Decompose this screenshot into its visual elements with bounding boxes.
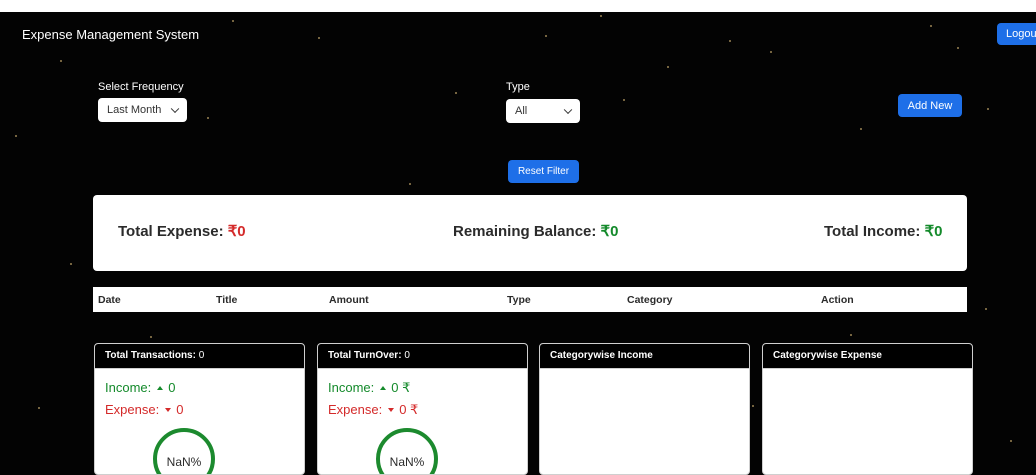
total-expense-label: Total Expense: (118, 223, 224, 240)
frequency-select-value: Last Month (107, 104, 162, 116)
arrow-down-icon (165, 408, 172, 412)
column-header-action: Action (821, 294, 854, 306)
app-title: Expense Management System (22, 27, 200, 42)
chevron-down-icon (170, 104, 180, 114)
column-header-date: Date (98, 294, 121, 306)
total-transactions-card: Total Transactions: 0 Income: 0 Expense: 0… (94, 343, 305, 475)
column-header-type: Type (507, 294, 531, 306)
progress-ring-percent: NaN% (166, 455, 202, 469)
card-title: Categorywise Expense (773, 350, 882, 361)
transactions-table-header: Date Title Amount Type Category Action (93, 287, 967, 312)
income-label: Income: (328, 380, 375, 395)
column-header-category: Category (627, 294, 673, 306)
total-expense: Total Expense: ₹0 (118, 222, 246, 240)
remaining-balance-value: ₹0 (600, 223, 619, 240)
type-select[interactable]: All (506, 99, 580, 123)
arrow-up-icon (157, 386, 164, 390)
type-label: Type (506, 81, 530, 93)
expense-count-row: Expense: 0 (105, 402, 183, 417)
card-title: Total TurnOver: (328, 350, 402, 361)
progress-ring: NaN% (376, 428, 438, 474)
income-count: 0 (168, 380, 176, 395)
top-edge (0, 0, 1036, 12)
income-turnover-row: Income: 0 ₹ (328, 380, 410, 396)
type-select-value: All (515, 105, 528, 117)
total-turnover-card: Total TurnOver: 0 Income: 0 ₹ Expense: 0 ₹… (317, 343, 528, 475)
total-expense-value: ₹0 (227, 223, 246, 240)
expense-turnover-row: Expense: 0 ₹ (328, 402, 418, 418)
card-title: Categorywise Income (550, 350, 653, 361)
progress-ring-percent: NaN% (389, 455, 425, 469)
remaining-balance-label: Remaining Balance: (453, 223, 597, 240)
arrow-down-icon (388, 408, 395, 412)
frequency-label: Select Frequency (98, 81, 184, 93)
card-header: Categorywise Expense (763, 344, 972, 369)
total-income: Total Income: ₹0 (824, 222, 942, 240)
expense-count: 0 (176, 402, 184, 417)
card-header: Categorywise Income (540, 344, 749, 369)
frequency-select[interactable]: Last Month (98, 98, 187, 122)
total-income-value: ₹0 (924, 223, 943, 240)
categorywise-expense-card: Categorywise Expense (762, 343, 973, 475)
chevron-down-icon (563, 105, 573, 115)
turnover-amount: 0 (404, 350, 410, 361)
card-header: Total Transactions: 0 (95, 344, 304, 369)
column-header-title: Title (216, 294, 238, 306)
totals-summary-panel: Total Expense: ₹0 Remaining Balance: ₹0 … (93, 195, 967, 271)
expense-label: Expense: (105, 402, 160, 417)
income-turnover: 0 ₹ (391, 380, 411, 395)
add-new-button[interactable]: Add New (898, 94, 962, 117)
column-header-amount: Amount (329, 294, 369, 306)
expense-label: Expense: (328, 402, 383, 417)
logout-button[interactable]: Logou (997, 23, 1036, 45)
income-count-row: Income: 0 (105, 380, 175, 395)
income-label: Income: (105, 380, 152, 395)
categorywise-income-card: Categorywise Income (539, 343, 750, 475)
expense-turnover: 0 ₹ (399, 402, 419, 417)
remaining-balance: Remaining Balance: ₹0 (453, 222, 618, 240)
card-header: Total TurnOver: 0 (318, 344, 527, 369)
card-title: Total Transactions: (105, 350, 196, 361)
transactions-count: 0 (198, 350, 205, 361)
progress-ring: NaN% (153, 428, 215, 474)
total-income-label: Total Income: (824, 223, 921, 240)
arrow-up-icon (380, 386, 387, 390)
reset-filter-button[interactable]: Reset Filter (508, 160, 579, 183)
